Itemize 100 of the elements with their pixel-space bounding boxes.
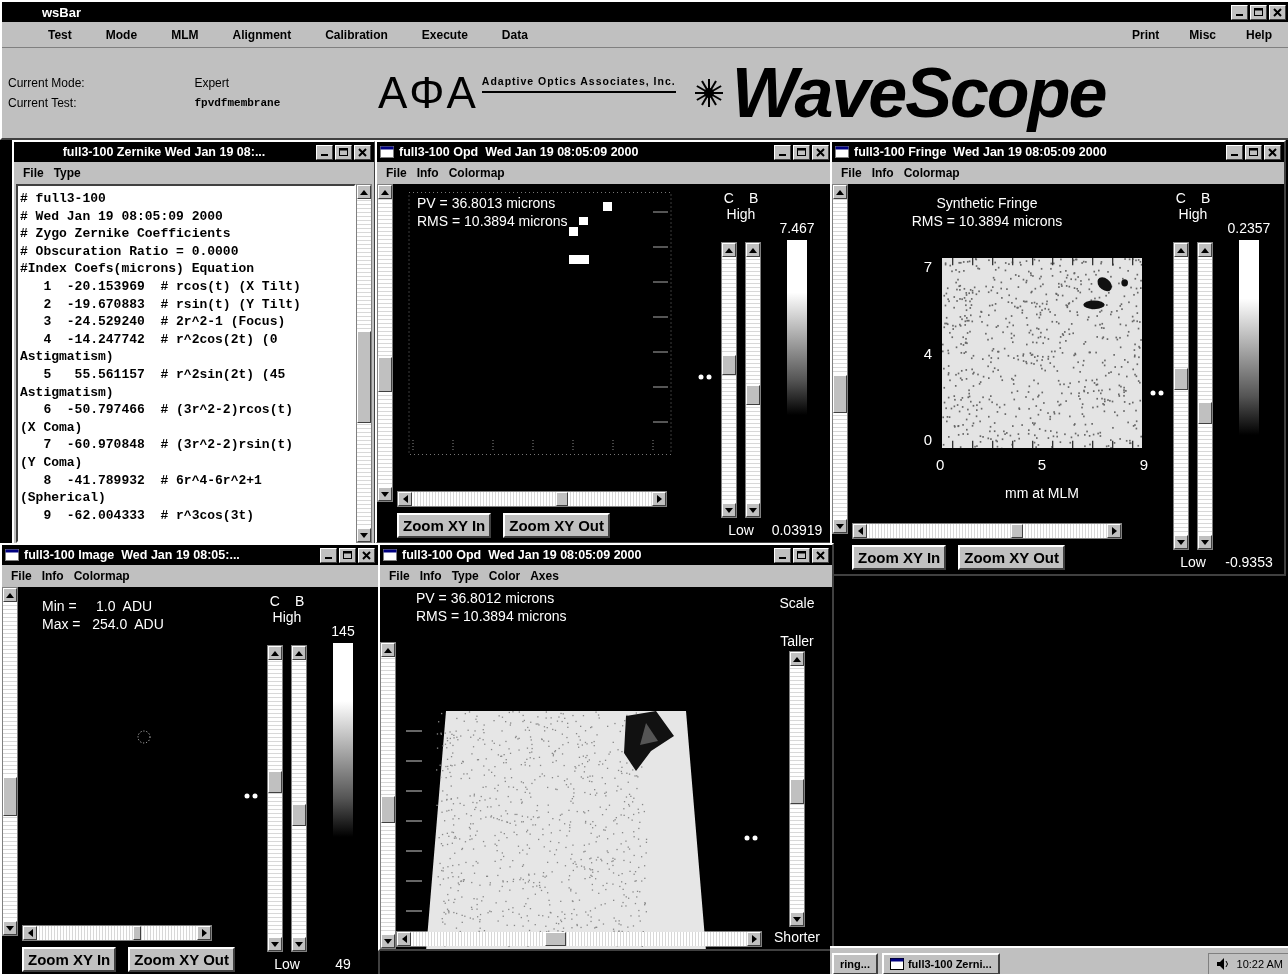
axis-tick-label: 7 bbox=[923, 258, 932, 275]
axis-tick-label: 9 bbox=[1139, 456, 1148, 473]
menu-item[interactable]: Info bbox=[36, 568, 69, 584]
stat-text: RMS = 10.3894 microns bbox=[417, 212, 569, 230]
low-label: Low bbox=[273, 955, 301, 972]
clock: 10:22 AM bbox=[1236, 958, 1283, 970]
close-icon bbox=[1273, 7, 1282, 17]
minimize-icon bbox=[1236, 14, 1243, 16]
vertical-scrollbar[interactable] bbox=[1197, 242, 1213, 550]
horizontal-scrollbar[interactable] bbox=[852, 523, 1122, 539]
maximize-button[interactable] bbox=[1245, 144, 1262, 160]
low-label: Low bbox=[727, 521, 755, 538]
menu-item[interactable]: Axes bbox=[525, 568, 564, 584]
horizontal-scrollbar[interactable] bbox=[396, 931, 762, 947]
menu-item[interactable]: Colormap bbox=[898, 165, 965, 181]
minimize-button[interactable] bbox=[774, 547, 791, 563]
close-icon bbox=[358, 147, 367, 157]
menu-item[interactable]: Execute bbox=[415, 25, 474, 44]
menu-item[interactable]: Info bbox=[414, 568, 447, 584]
scale-min-value: -0.9353 bbox=[1224, 553, 1274, 570]
menu-item[interactable]: Data bbox=[495, 25, 534, 44]
maximize-button[interactable] bbox=[339, 547, 356, 563]
vertical-scrollbar[interactable] bbox=[745, 242, 761, 518]
scale-max-value: 145 bbox=[330, 622, 356, 639]
menu-item[interactable]: Colormap bbox=[68, 568, 135, 584]
close-button[interactable] bbox=[358, 547, 375, 563]
vertical-scrollbar[interactable] bbox=[2, 587, 18, 936]
text-line: Astigmatism) bbox=[20, 348, 115, 366]
menu-item[interactable]: Color bbox=[483, 568, 526, 584]
horizontal-scrollbar[interactable] bbox=[397, 491, 667, 507]
text-line: # Wed Jan 19 08:05:09 2000 bbox=[20, 207, 224, 226]
taskbar-button[interactable]: full3-100 Zerni... bbox=[881, 953, 1000, 974]
slider-label: B bbox=[295, 593, 305, 609]
mode-label: Current Mode: bbox=[8, 76, 86, 90]
maximize-button[interactable] bbox=[1250, 4, 1267, 20]
zoom-button[interactable]: Zoom XY In bbox=[852, 545, 947, 570]
menu-item[interactable]: Print bbox=[1125, 25, 1166, 44]
vertical-scrollbar[interactable] bbox=[721, 242, 737, 518]
minimize-icon bbox=[1231, 154, 1238, 156]
text-line: # Zygo Zernike Coefficients bbox=[20, 225, 232, 243]
zoom-button[interactable]: Zoom XY In bbox=[22, 947, 117, 972]
zoom-button[interactable]: Zoom XY Out bbox=[958, 545, 1065, 570]
vertical-scrollbar[interactable] bbox=[291, 645, 307, 952]
stat-text: Max = 254.0 ADU bbox=[42, 615, 165, 633]
vertical-scrollbar[interactable] bbox=[380, 642, 396, 949]
text-line: (Spherical) bbox=[20, 489, 107, 507]
menu-item[interactable]: File bbox=[384, 568, 415, 584]
vertical-scrollbar[interactable] bbox=[832, 184, 848, 534]
zoom-button[interactable]: Zoom XY Out bbox=[503, 513, 610, 538]
close-icon bbox=[816, 550, 825, 560]
menu-item[interactable]: File bbox=[836, 165, 867, 181]
slider-label: B bbox=[1201, 190, 1211, 206]
minimize-button[interactable] bbox=[320, 547, 337, 563]
maximize-icon bbox=[1249, 148, 1258, 156]
horizontal-scrollbar[interactable] bbox=[22, 925, 212, 941]
window-icon bbox=[835, 146, 849, 158]
window-title: full3-100 Fringe Wed Jan 19 08:05:09 2000 bbox=[854, 145, 1107, 159]
menu-item[interactable]: Mode bbox=[99, 25, 144, 44]
vertical-scrollbar[interactable] bbox=[267, 645, 283, 952]
stat-text: Min = 1.0 ADU bbox=[42, 597, 154, 615]
close-button[interactable] bbox=[354, 144, 371, 160]
minimize-button[interactable] bbox=[1226, 144, 1243, 160]
menu-item[interactable]: Type bbox=[446, 568, 484, 584]
starburst-icon bbox=[693, 78, 724, 108]
dots-icon bbox=[244, 792, 258, 799]
minimize-button[interactable] bbox=[316, 144, 333, 160]
vertical-scrollbar[interactable] bbox=[789, 651, 805, 927]
zoom-button[interactable]: Zoom XY Out bbox=[128, 947, 235, 972]
menu-item[interactable]: Misc bbox=[1183, 25, 1222, 44]
menu-item[interactable]: Info bbox=[411, 165, 444, 181]
close-button[interactable] bbox=[1269, 4, 1286, 20]
menu-item[interactable]: MLM bbox=[165, 25, 205, 44]
maximize-button[interactable] bbox=[793, 144, 810, 160]
menu-item[interactable]: File bbox=[18, 165, 49, 181]
zoom-button[interactable]: Zoom XY In bbox=[397, 513, 492, 538]
maximize-button[interactable] bbox=[335, 144, 352, 160]
window-title: full3-100 Image Wed Jan 19 08:05:... bbox=[24, 548, 240, 562]
axis-tick-label: 0 bbox=[936, 456, 945, 473]
menu-item[interactable]: Help bbox=[1240, 25, 1278, 44]
window-title: wsBar bbox=[42, 4, 82, 20]
menu-item[interactable]: File bbox=[6, 568, 37, 584]
minimize-button[interactable] bbox=[774, 144, 791, 160]
maximize-icon bbox=[797, 551, 806, 559]
vertical-scrollbar[interactable] bbox=[377, 184, 393, 502]
menu-item[interactable]: Info bbox=[866, 165, 899, 181]
menu-item[interactable]: Test bbox=[42, 25, 78, 44]
minimize-button[interactable] bbox=[1231, 4, 1248, 20]
close-button[interactable] bbox=[1264, 144, 1281, 160]
menu-item[interactable]: Colormap bbox=[443, 165, 510, 181]
menu-item[interactable]: Type bbox=[48, 165, 86, 181]
menu-item[interactable]: Alignment bbox=[226, 25, 298, 44]
text-line: (Y Coma) bbox=[20, 453, 84, 472]
menu-item[interactable]: Calibration bbox=[319, 25, 394, 44]
vertical-scrollbar[interactable] bbox=[1173, 242, 1189, 550]
vertical-scrollbar[interactable] bbox=[356, 184, 372, 543]
maximize-button[interactable] bbox=[793, 547, 810, 563]
menu-item[interactable]: File bbox=[381, 165, 412, 181]
taskbar-button[interactable]: ring... bbox=[832, 953, 878, 974]
close-button[interactable] bbox=[812, 547, 829, 563]
close-button[interactable] bbox=[812, 144, 829, 160]
